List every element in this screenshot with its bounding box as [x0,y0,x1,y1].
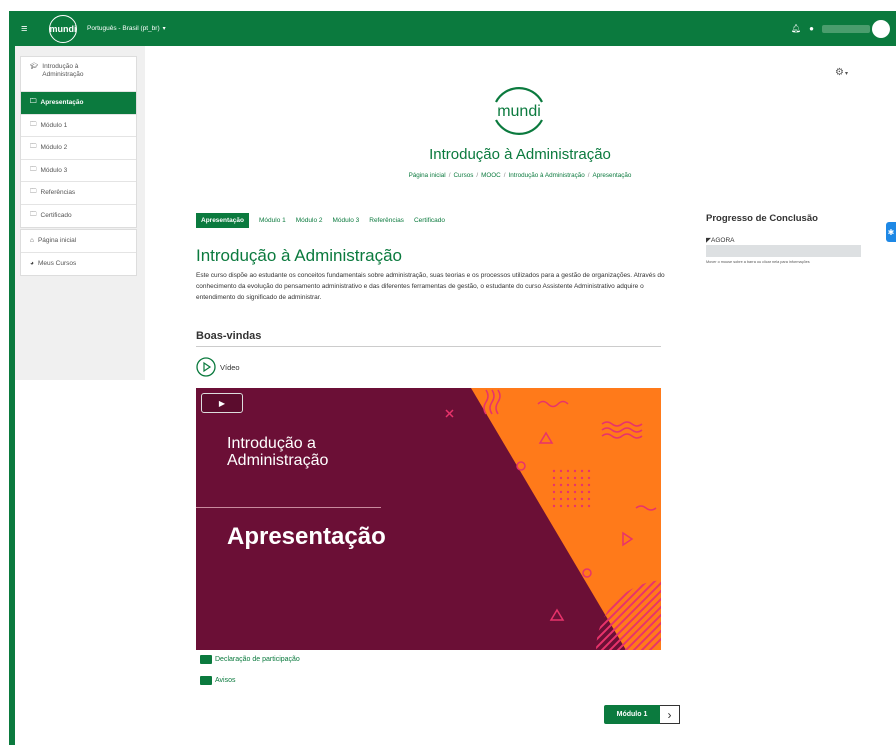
video-player[interactable]: ▶ Introdução a Administração Apresentaçã… [196,388,661,650]
progress-now-label: AGORA [711,237,735,244]
drawer-item-label: Certificado [40,212,72,220]
video-activity[interactable]: Vídeo [196,357,240,377]
welcome-heading: Boas-vindas [196,330,661,347]
tachometer-icon: ◕ [30,260,34,268]
tab-referencias[interactable]: Referências [369,217,404,224]
progress-now: ◤AGORA [706,236,734,244]
drawer-item-label: Apresentação [40,99,84,107]
video-label: Vídeo [220,362,240,372]
bell-icon[interactable]: 🔔︎ [791,24,801,33]
drawer-item-label: Módulo 1 [40,121,68,129]
certificate-link[interactable]: Declaração de participação [200,655,300,664]
announcements-link[interactable]: Avisos [200,676,236,685]
drawer-item-apresentacao[interactable]: 🗀 Apresentação [21,92,136,115]
tab-apresentacao[interactable]: Apresentação [196,213,249,228]
announcements-icon [200,676,212,685]
section-tabs: Apresentação Módulo 1 Módulo 2 Módulo 3 … [196,213,455,228]
hamburger-icon[interactable]: ≡ [21,23,35,35]
breadcrumb: Página inicial / Cursos / MOOC / Introdução à … [408,172,632,179]
drawer-item-my-courses[interactable]: ◕ Meus Cursos [21,253,136,276]
avatar[interactable] [872,19,890,38]
chat-icon[interactable]: ● [809,24,814,33]
progress-hint: Mover o mouse sobre a barra ou clicar ne… [706,260,810,264]
course-summary: Este curso dispõe ao estudante os concei… [196,272,665,301]
logo-text: mundi [49,23,77,34]
drawer-item-modulo-2[interactable]: 🗀 Módulo 2 [21,137,136,160]
breadcrumb-cursos[interactable]: Cursos [453,172,473,179]
play-icon: ▶ [218,398,226,408]
accessibility-icon: ✱ [887,227,895,237]
drawer-item-label: Página inicial [37,237,77,245]
accessibility-widget[interactable]: ✱ [886,222,896,242]
chevron-right-icon[interactable]: › [660,705,680,724]
drawer-item-certificado[interactable]: 🗀 Certificado [21,205,136,228]
folder-icon: 🗀 [30,211,37,219]
folder-icon: 🗀 [30,143,37,151]
next-module-button[interactable]: Módulo 1 [604,705,660,724]
logo-text: mundi [497,103,541,120]
site-nav: ⌂ Página inicial ◕ Meus Cursos [20,229,137,276]
certificate-icon [200,655,212,664]
drawer-item-label: Módulo 3 [40,166,68,174]
page-title: Introdução à Administração [429,146,611,163]
folder-icon: 🗀 [30,120,37,128]
tab-modulo-3[interactable]: Módulo 3 [333,217,360,224]
link-label: Avisos [215,677,236,684]
drawer-item-modulo-3[interactable]: 🗀 Módulo 3 [21,160,136,182]
video-title-line: Introdução a Administração [227,435,329,469]
user-name[interactable] [822,24,870,33]
video-background-art [445,388,661,650]
drawer-item-label: Introdução à Administração [42,63,84,78]
video-divider [196,507,381,508]
drawer-item-label: Meus Cursos [37,260,77,268]
drawer-item-label: Módulo 2 [40,144,68,152]
breadcrumb-course[interactable]: Introdução à Administração [508,172,584,179]
tab-certificado[interactable]: Certificado [414,217,445,224]
language-menu[interactable]: Português - Brasil (pt_br) ▾ [87,25,166,32]
caret-down-icon: ▾ [844,71,848,77]
nav-drawer: 🎓︎ Introdução à Administração 🗀 Apresent… [15,46,145,380]
progress-title: Progresso de Conclusão [706,213,818,224]
drawer-item-course[interactable]: 🎓︎ Introdução à Administração [21,57,136,92]
breadcrumb-home[interactable]: Página inicial [409,172,446,179]
caret-down-icon: ▾ [162,26,166,32]
play-circle-icon [196,357,216,377]
graduation-cap-icon: 🎓︎ [30,63,39,70]
mundi-logo-large: mundi [495,87,543,135]
drawer-item-home[interactable]: ⌂ Página inicial [21,230,136,253]
drawer-item-label: Referências [40,189,76,197]
next-section-nav: Módulo 1 › [604,705,680,724]
tab-modulo-1[interactable]: Módulo 1 [259,217,286,224]
drawer-item-referencias[interactable]: 🗀 Referências [21,182,136,205]
section-title: Introdução à Administração [196,246,403,265]
mundi-logo[interactable]: mundi [49,14,77,43]
gear-icon: ⚙ [835,67,844,78]
top-navbar: ≡ mundi Português - Brasil (pt_br) ▾ 🔔︎ ● [9,11,896,46]
folder-icon: 🗀 [30,98,37,106]
home-icon: ⌂ [30,237,34,245]
link-label: Declaração de participação [215,656,300,663]
drawer-item-modulo-1[interactable]: 🗀 Módulo 1 [21,115,136,137]
progress-bar[interactable] [706,245,861,257]
course-nav: 🎓︎ Introdução à Administração 🗀 Apresent… [20,56,137,228]
folder-icon: 🗀 [30,165,37,173]
folder-icon: 🗀 [30,188,37,196]
play-button[interactable]: ▶ [201,393,243,413]
video-title-big: Apresentação [227,523,386,550]
breadcrumb-current[interactable]: Apresentação [593,172,632,179]
breadcrumb-mooc[interactable]: MOOC [481,172,501,179]
language-label: Português - Brasil (pt_br) [87,25,160,32]
tab-modulo-2[interactable]: Módulo 2 [296,217,323,224]
settings-menu[interactable]: ⚙▾ [835,67,848,78]
